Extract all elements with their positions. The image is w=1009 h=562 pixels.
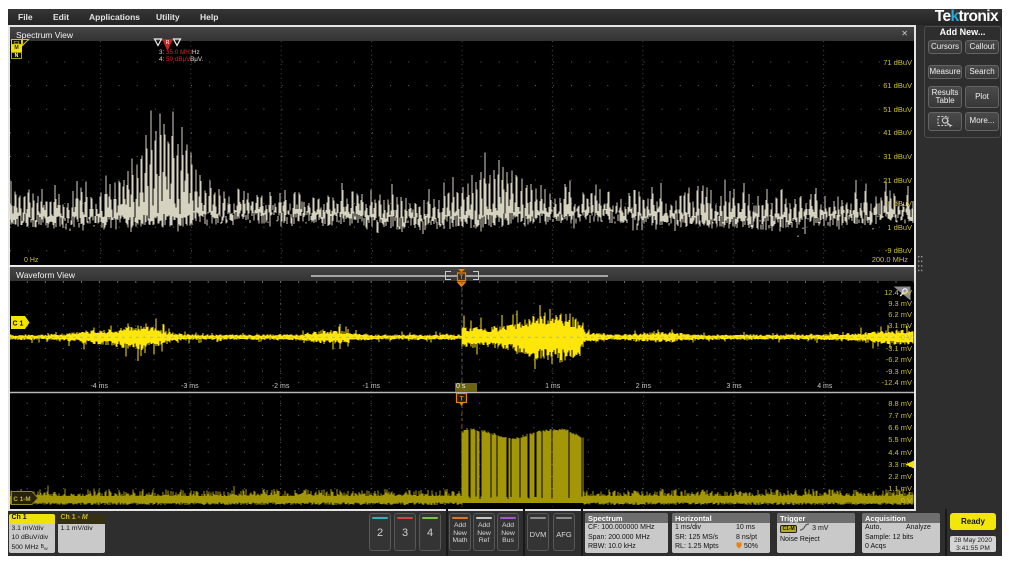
svg-text:C 1: C 1 bbox=[13, 321, 24, 328]
svg-text:R: R bbox=[166, 40, 170, 46]
svg-text:C 1-M: C 1-M bbox=[13, 496, 30, 503]
svg-text:T: T bbox=[460, 396, 464, 403]
